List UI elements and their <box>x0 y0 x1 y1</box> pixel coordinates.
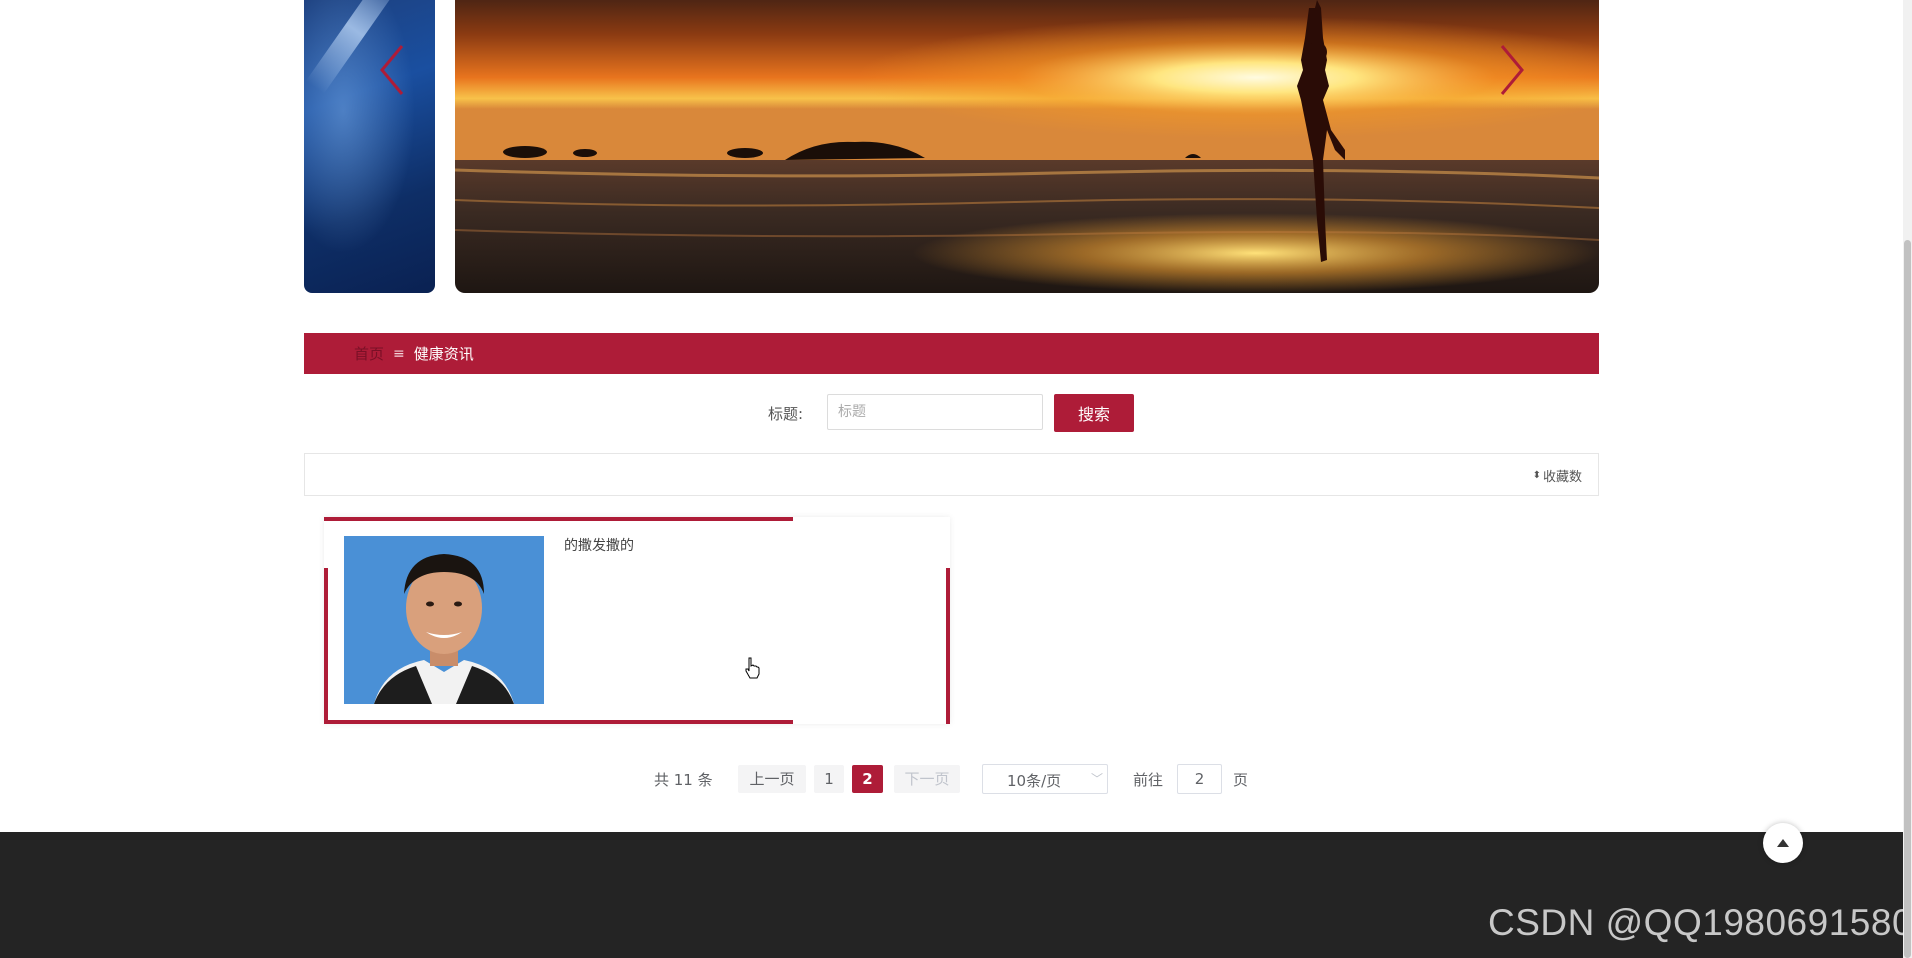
breadcrumb: 首页 ≡ 健康资讯 <box>304 333 1599 374</box>
news-thumbnail[interactable] <box>344 536 544 704</box>
news-card-title[interactable]: 的撒发撒的 <box>564 535 634 555</box>
pagination: 共 11 条 上一页 1 2 下一页 10条/页 ﹀ 前往 页 <box>0 764 1912 794</box>
breadcrumb-separator-icon: ≡ <box>393 345 405 362</box>
pagination-goto-label: 前往 <box>1133 771 1164 789</box>
arrow-up-icon <box>1777 839 1789 847</box>
pagination-page-2-active[interactable]: 2 <box>852 765 883 793</box>
search-title-input[interactable] <box>827 394 1043 430</box>
carousel-prev-arrow[interactable] <box>374 42 414 98</box>
sort-bar: ⬍ 收藏数 <box>304 453 1599 496</box>
search-title-label: 标题: <box>768 405 804 423</box>
watermark: CSDN @QQ1980691580 <box>1488 902 1912 943</box>
page-size-select[interactable]: 10条/页 ﹀ <box>982 764 1108 794</box>
pagination-goto-input[interactable] <box>1177 764 1222 794</box>
search-button[interactable]: 搜索 <box>1054 394 1134 432</box>
sort-icon: ⬍ <box>1532 469 1541 481</box>
breadcrumb-current: 健康资讯 <box>413 345 474 363</box>
carousel-side-slide[interactable] <box>304 0 435 293</box>
pagination-next-button[interactable]: 下一页 <box>894 765 960 793</box>
search-form: 标题: 搜索 <box>0 394 1912 432</box>
chevron-down-icon: ﹀ <box>1090 772 1103 786</box>
pagination-total: 共 11 条 <box>654 771 713 789</box>
back-to-top-button[interactable] <box>1763 823 1803 863</box>
carousel-next-arrow[interactable] <box>1490 42 1530 98</box>
page-scrollbar[interactable] <box>1903 0 1912 958</box>
page-size-value: 10条/页 <box>1007 772 1062 790</box>
news-card[interactable]: 的撒发撒的 <box>324 517 950 724</box>
sort-by-favorites[interactable]: ⬍ 收藏数 <box>1533 466 1582 485</box>
sort-favorites-label: 收藏数 <box>1542 470 1582 485</box>
carousel-main-slide[interactable] <box>455 0 1599 293</box>
hand-cursor-icon <box>744 657 760 683</box>
scrollbar-thumb[interactable] <box>1904 240 1911 958</box>
banner-carousel <box>0 0 1912 293</box>
pagination-page-1[interactable]: 1 <box>814 765 844 793</box>
pagination-page-suffix: 页 <box>1233 771 1249 789</box>
pagination-prev-button[interactable]: 上一页 <box>738 765 806 793</box>
breadcrumb-home-link[interactable]: 首页 <box>354 343 384 364</box>
